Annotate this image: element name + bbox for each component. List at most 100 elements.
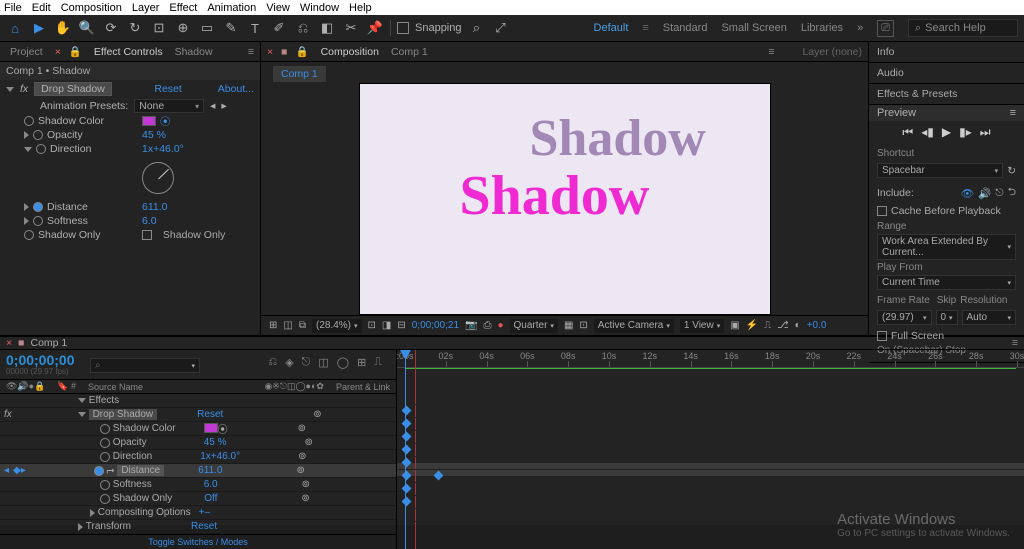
composition-tab-target[interactable]: Comp 1 (391, 46, 428, 58)
effect-controls-target[interactable]: Shadow (175, 46, 213, 58)
anim-presets-dropdown[interactable]: None (134, 99, 204, 113)
parent-pickwhip-icon[interactable]: ⊚ (304, 437, 312, 448)
pixel-aspect-icon[interactable]: ▣ (730, 320, 739, 331)
camera-dropdown[interactable]: Active Camera (594, 319, 674, 333)
effect-name[interactable]: Drop Shadow (34, 82, 112, 96)
shortcut-dropdown[interactable]: Spacebar (877, 163, 1003, 178)
direction-disclosure-icon[interactable] (24, 147, 32, 152)
shadow-color-swatch[interactable] (142, 116, 156, 126)
source-name-column[interactable]: Source Name (88, 382, 143, 392)
shortcut-reset-icon[interactable]: ↻ (1007, 165, 1016, 177)
include-overlays-icon[interactable]: ⎋ (995, 187, 1003, 200)
shy-icon[interactable]: ⎋ (302, 356, 311, 369)
parent-pickwhip-icon[interactable]: ⊚ (297, 465, 305, 476)
stopwatch-icon[interactable] (100, 494, 110, 504)
pen-tool-icon[interactable]: ✎ (222, 19, 240, 37)
disclosure-icon[interactable] (90, 509, 95, 517)
view-layout-dropdown[interactable]: 1 View (680, 319, 724, 333)
menu-effect[interactable]: Effect (169, 2, 197, 14)
menu-animation[interactable]: Animation (207, 2, 256, 14)
stopwatch-icon[interactable] (36, 144, 46, 154)
tl-transform-reset[interactable]: Reset (191, 521, 217, 532)
project-tab[interactable]: Project (6, 46, 47, 58)
opacity-value[interactable]: 45 % (142, 129, 166, 141)
distance-value[interactable]: 611.0 (142, 201, 168, 213)
composition-viewer[interactable]: Shadow Shadow (261, 82, 868, 315)
flowchart-icon[interactable]: ⎇ (777, 320, 789, 331)
timeline-tab-close-icon[interactable]: × (6, 337, 12, 349)
timeline-search[interactable]: ⌕ (90, 358, 200, 373)
stopwatch-icon[interactable] (24, 230, 34, 240)
preset-prev-icon[interactable]: ◂ (210, 100, 215, 112)
snap-magnet-icon[interactable]: ⌕ (468, 19, 486, 37)
snap-options-icon[interactable]: ⤢ (492, 19, 510, 37)
panel-menu-icon[interactable]: ≡ (1012, 337, 1018, 349)
prev-frame-icon[interactable]: ◂▮ (921, 125, 934, 140)
graph-editor-icon[interactable]: ⊞ (357, 356, 366, 369)
snapping-checkbox[interactable] (397, 22, 409, 34)
comp-mini-flowchart-icon[interactable]: ⎌ (268, 356, 277, 369)
tl-drop-shadow[interactable]: Drop Shadow (89, 409, 158, 420)
lock-icon[interactable]: 🔒 (69, 45, 82, 58)
include-loop-icon[interactable]: ⮌ (1008, 184, 1016, 202)
toggle-switches-link[interactable]: Toggle Switches / Modes (0, 534, 396, 549)
panel-menu-icon[interactable]: ≡ (1010, 107, 1016, 119)
fast-preview-icon[interactable]: ⚡ (746, 320, 758, 331)
comp-tab-close-icon[interactable]: × (267, 46, 273, 58)
eyedropper-icon[interactable]: ⦿ (160, 114, 171, 129)
softness-disclosure-icon[interactable] (24, 217, 29, 225)
play-icon[interactable]: ▶ (942, 125, 951, 140)
audio-panel-tab[interactable]: Audio (869, 63, 1024, 84)
rotate-tool-icon[interactable]: ↻ (126, 19, 144, 37)
last-frame-icon[interactable]: ⏭ (980, 125, 991, 140)
stopwatch-active-icon[interactable] (33, 202, 43, 212)
tl-color-swatch[interactable] (204, 423, 218, 433)
lock-icon[interactable]: 🔒 (295, 45, 308, 58)
workspace-small[interactable]: Small Screen (721, 22, 786, 34)
motion-blur-icon[interactable]: ◯ (337, 356, 349, 369)
stopwatch-icon[interactable] (100, 480, 110, 490)
menu-composition[interactable]: Composition (61, 2, 122, 14)
rect-tool-icon[interactable]: ▭ (198, 19, 216, 37)
comp-flowchart-tab[interactable]: Comp 1 (273, 66, 326, 82)
next-kf-icon[interactable]: ▸ (21, 465, 26, 476)
viewer-res-icon[interactable]: ⊡ (368, 320, 376, 331)
softness-value[interactable]: 6.0 (142, 215, 157, 227)
workspace-standard[interactable]: Standard (663, 22, 708, 34)
snapshot-icon[interactable]: 📷 (465, 320, 477, 331)
effect-disclosure-icon[interactable] (6, 87, 14, 92)
tl-compositing-add[interactable]: +– (199, 507, 210, 518)
brush-tool-icon[interactable]: ✐ (270, 19, 288, 37)
eraser-tool-icon[interactable]: ◧ (318, 19, 336, 37)
tl-direction-val[interactable]: 1x+46.0° (200, 451, 240, 462)
disclosure-icon[interactable] (78, 523, 83, 531)
workspace-menu-icon[interactable]: ≡ (642, 22, 648, 34)
menu-layer[interactable]: Layer (132, 2, 160, 14)
tl-shadow-only-val[interactable]: Off (204, 493, 217, 504)
brain-icon[interactable]: ⎍ (374, 356, 382, 369)
stopwatch-active-icon[interactable] (94, 466, 104, 476)
viewer-alpha-icon[interactable]: ⧉ (299, 320, 306, 331)
tl-distance[interactable]: Distance (117, 465, 164, 476)
first-frame-icon[interactable]: ⏮ (902, 125, 913, 140)
menu-file[interactable]: File (4, 2, 22, 14)
viewer-channel-icon[interactable]: ◨ (382, 320, 391, 331)
stopwatch-icon[interactable] (24, 116, 34, 126)
stopwatch-icon[interactable] (33, 216, 43, 226)
timeline-icon[interactable]: ⎍ (764, 320, 771, 331)
eyedropper-icon[interactable]: ⦿ (218, 425, 228, 436)
current-time-label[interactable]: 0;00;00;21 (412, 320, 459, 331)
viewer-guides-icon[interactable]: ⊟ (397, 320, 405, 331)
disclosure-icon[interactable] (78, 398, 86, 403)
pan-behind-tool-icon[interactable]: ⊕ (174, 19, 192, 37)
info-panel-tab[interactable]: Info (869, 42, 1024, 63)
composition-tab-label[interactable]: Composition (317, 46, 383, 58)
show-snapshot-icon[interactable]: ⎙ (483, 320, 491, 331)
effect-about-link[interactable]: About... (218, 83, 254, 95)
framerate-dropdown[interactable]: (29.97) (877, 310, 932, 325)
puppet-tool-icon[interactable]: 📌 (366, 19, 384, 37)
resolution-dropdown[interactable]: Quarter (510, 319, 558, 333)
tl-distance-val[interactable]: 611.0 (198, 465, 222, 476)
next-frame-icon[interactable]: ▮▸ (959, 125, 972, 140)
timeline-tab-label[interactable]: Comp 1 (30, 337, 67, 349)
